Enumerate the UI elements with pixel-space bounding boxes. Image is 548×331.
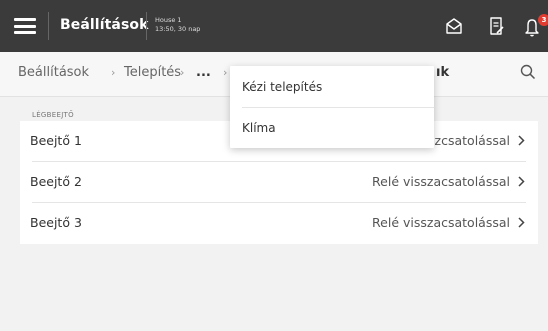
search-icon[interactable]: [520, 64, 536, 80]
row-name: Beejtő 3: [30, 215, 82, 230]
breadcrumb-dropdown: Kézi telepítés Klíma: [230, 66, 434, 148]
home-mail-icon[interactable]: [441, 13, 467, 39]
dropdown-item-climate[interactable]: Klíma: [230, 107, 434, 148]
menu-icon[interactable]: [14, 18, 36, 34]
divider: [146, 12, 147, 40]
house-info[interactable]: House 1 13:50, 30 nap: [155, 16, 200, 34]
dropdown-item-manual-install[interactable]: Kézi telepítés: [230, 66, 434, 107]
breadcrumb-separator: ›: [223, 66, 228, 79]
breadcrumb-item[interactable]: Telepítés: [124, 65, 181, 80]
house-status: 13:50, 30 nap: [155, 25, 201, 33]
breadcrumb-current: ık: [436, 65, 450, 80]
chevron-right-icon: [518, 176, 525, 187]
document-edit-icon[interactable]: [483, 13, 509, 39]
breadcrumb-item[interactable]: Beállítások: [18, 65, 89, 80]
row-value: zcsatolással: [434, 133, 510, 148]
section-label: LÉGBEEJTŐ: [32, 111, 74, 119]
row-value: Relé visszacsatolással: [372, 174, 510, 189]
divider: [48, 12, 49, 40]
top-bar: Beállítások House 1 13:50, 30 nap 3: [0, 0, 548, 52]
row-value: Relé visszacsatolással: [372, 215, 510, 230]
notification-badge: 3: [538, 14, 548, 26]
page-title: Beállítások: [60, 17, 149, 33]
dropdown-item-label: Kézi telepítés: [242, 80, 323, 94]
breadcrumb-ellipsis[interactable]: ...: [196, 65, 211, 80]
dropdown-item-label: Klíma: [242, 121, 276, 135]
breadcrumb-separator: ›: [180, 66, 185, 79]
list-item[interactable]: Beejtő 2 Relé visszacsatolással: [20, 162, 538, 203]
chevron-right-icon: [518, 135, 525, 146]
row-name: Beejtő 2: [30, 174, 82, 189]
list-item[interactable]: Beejtő 3 Relé visszacsatolással: [20, 203, 538, 244]
breadcrumb-separator: ›: [111, 66, 116, 79]
chevron-right-icon: [518, 217, 525, 228]
house-name: House 1: [155, 16, 182, 24]
row-name: Beejtő 1: [30, 133, 82, 148]
